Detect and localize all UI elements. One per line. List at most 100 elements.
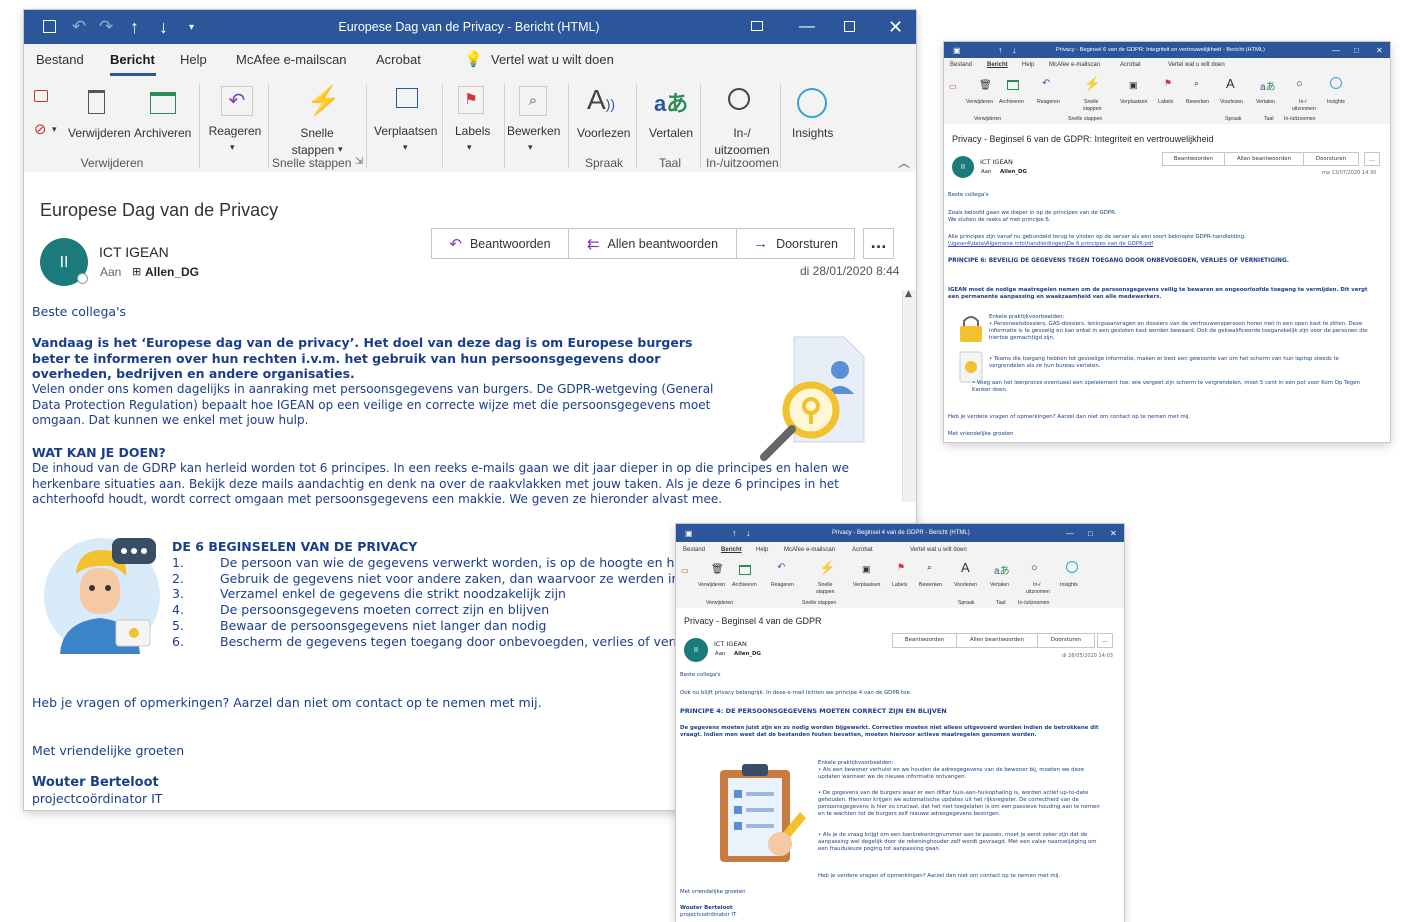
edit-search-icon[interactable]: ⌕ <box>1194 78 1199 89</box>
minimize-icon[interactable]: — <box>1066 524 1074 542</box>
forward-button[interactable]: Doorsturen <box>1303 152 1359 166</box>
reply-all-button[interactable]: Allen beantwoorden <box>956 633 1038 648</box>
insights-icon[interactable] <box>797 88 827 118</box>
reageren-dropdown-icon[interactable]: ▾ <box>230 142 235 153</box>
reageren-button[interactable]: Reageren <box>204 124 266 138</box>
labels-button[interactable]: Labels <box>1158 99 1173 105</box>
snelle-stappen-button-line1[interactable]: Snelle <box>1084 99 1098 105</box>
forward-button[interactable]: Doorsturen <box>1037 633 1095 648</box>
maximize-icon[interactable] <box>844 21 855 32</box>
sender-name[interactable]: ICT IGEAN <box>980 159 1013 166</box>
close-icon[interactable]: ✕ <box>888 10 903 44</box>
junk-icon[interactable]: ⊘ <box>34 120 47 138</box>
avatar[interactable]: II <box>684 638 708 662</box>
close-icon[interactable]: ✕ <box>1376 42 1383 58</box>
junk-dropdown-icon[interactable]: ▾ <box>52 124 57 135</box>
tab-bestand[interactable]: Bestand <box>950 62 972 68</box>
save-icon[interactable] <box>43 20 56 33</box>
translate-icon[interactable]: aあ <box>994 562 1010 577</box>
insights-icon[interactable] <box>1066 561 1078 573</box>
move-icon[interactable]: ▣ <box>862 564 871 575</box>
flag-icon[interactable]: ⚑ <box>458 86 484 114</box>
delete-icon[interactable]: 🗑 <box>979 80 992 91</box>
tab-help[interactable]: Help <box>180 52 207 67</box>
labels-button[interactable]: Labels <box>455 124 490 138</box>
down-arrow-icon[interactable]: ↓ <box>746 524 751 542</box>
labels-dropdown-icon[interactable]: ▾ <box>467 142 472 153</box>
down-arrow-icon[interactable]: ↓ <box>1012 42 1017 58</box>
archive-icon[interactable] <box>150 92 176 114</box>
save-icon[interactable]: ▣ <box>685 524 693 542</box>
reply-button[interactable]: Beantwoorden <box>892 633 957 648</box>
tab-help[interactable]: Help <box>756 547 768 553</box>
vertalen-button[interactable]: Vertalen <box>1256 99 1275 105</box>
undo-icon[interactable]: ↶ <box>72 10 86 44</box>
quick-steps-icon[interactable]: ⚡ <box>1084 76 1100 92</box>
recipient-name[interactable]: Allen_DG <box>1000 169 1027 176</box>
delete-button[interactable]: Verwijderen <box>966 99 993 105</box>
maximize-icon[interactable]: □ <box>1088 524 1093 542</box>
reageren-button[interactable]: Reageren <box>1037 99 1060 105</box>
reply-all-button[interactable]: Allen beantwoorden <box>1224 152 1304 166</box>
snelle-dropdown-icon[interactable]: ▾ <box>338 144 343 155</box>
tab-bericht[interactable]: Bericht <box>721 547 742 553</box>
down-arrow-icon[interactable]: ↓ <box>159 10 168 44</box>
flag-icon[interactable]: ⚑ <box>1164 78 1172 89</box>
reply-group-icon[interactable]: ↶ <box>777 562 785 573</box>
reply-button[interactable]: ↶ Beantwoorden <box>431 228 569 259</box>
customize-toolbar-icon[interactable]: ▾ <box>189 10 194 44</box>
tab-help[interactable]: Help <box>1022 62 1034 68</box>
group-expand-icon[interactable]: ⇲ <box>355 156 363 167</box>
snelle-stappen-button-line2[interactable]: stappen <box>1083 106 1101 112</box>
snelle-stappen-button-line1[interactable]: Snelle <box>286 126 348 140</box>
voorlezen-button[interactable]: Voorlezen <box>954 582 977 588</box>
flag-icon[interactable]: ⚑ <box>897 562 905 573</box>
move-icon[interactable]: ▣ <box>1129 80 1138 91</box>
bewerken-dropdown-icon[interactable]: ▾ <box>528 142 533 153</box>
minimize-icon[interactable]: — <box>799 10 815 44</box>
reageren-button[interactable]: Reageren <box>771 582 794 588</box>
vertical-scrollbar[interactable]: ▲ <box>902 289 916 502</box>
verplaatsen-button[interactable]: Verplaatsen <box>853 582 880 588</box>
scroll-up-icon[interactable]: ▲ <box>905 289 912 299</box>
zoom-button-line2[interactable]: uitzoomen <box>712 143 772 157</box>
tab-acrobat[interactable]: Acrobat <box>852 547 873 553</box>
forward-button[interactable]: → Doorsturen <box>736 228 855 259</box>
insights-icon[interactable] <box>1330 77 1342 89</box>
zoom-button-line2[interactable]: uitzoomen <box>1026 589 1050 595</box>
verplaatsen-button[interactable]: Verplaatsen <box>374 124 437 138</box>
edit-search-icon[interactable]: ⌕ <box>927 562 932 573</box>
avatar[interactable]: II <box>952 156 974 178</box>
labels-button[interactable]: Labels <box>892 582 907 588</box>
voorlezen-button[interactable]: Voorlezen <box>577 126 630 140</box>
read-aloud-icon[interactable]: A <box>961 560 970 575</box>
tab-bestand[interactable]: Bestand <box>683 547 705 553</box>
move-icon[interactable] <box>396 88 418 108</box>
reply-group-icon[interactable]: ↶ <box>1042 78 1050 89</box>
translate-icon[interactable]: aあ <box>654 86 688 118</box>
tab-bericht[interactable]: Bericht <box>110 52 155 67</box>
up-arrow-icon[interactable]: ↑ <box>998 42 1003 58</box>
maximize-icon[interactable]: □ <box>1354 42 1359 58</box>
expand-recipient-icon[interactable]: ⊞ <box>132 265 141 278</box>
manual-link[interactable]: \\igean4\data\Algemene info\handleidinge… <box>948 241 1153 248</box>
tab-mcafee[interactable]: McAfee e-mailscan <box>1049 62 1100 68</box>
reply-all-button[interactable]: ⇇ Allen beantwoorden <box>568 228 737 259</box>
up-arrow-icon[interactable]: ↑ <box>732 524 737 542</box>
ignore-icon[interactable]: ▭ <box>949 82 957 91</box>
archive-button[interactable]: Archiveren <box>999 99 1024 105</box>
verplaatsen-button[interactable]: Verplaatsen <box>1120 99 1147 105</box>
insights-button[interactable]: Insights <box>792 126 833 140</box>
more-actions-button[interactable]: ... <box>863 228 894 259</box>
delete-button[interactable]: Verwijderen <box>698 582 725 588</box>
zoom-button-line1[interactable]: In-/ <box>1033 582 1041 588</box>
insights-button[interactable]: Insights <box>1060 582 1078 588</box>
more-actions-button[interactable]: ... <box>1097 633 1113 648</box>
edit-search-icon[interactable]: ⌕ <box>519 86 547 116</box>
tell-me-input[interactable]: Vertel wat u wilt doen <box>491 52 614 67</box>
snelle-stappen-button-line2[interactable]: stappen <box>816 589 834 595</box>
sender-name[interactable]: ICT IGEAN <box>714 641 747 648</box>
quick-steps-icon[interactable]: ⚡ <box>819 560 835 576</box>
zoom-icon[interactable]: ○ <box>1296 78 1303 90</box>
tab-acrobat[interactable]: Acrobat <box>1120 62 1141 68</box>
